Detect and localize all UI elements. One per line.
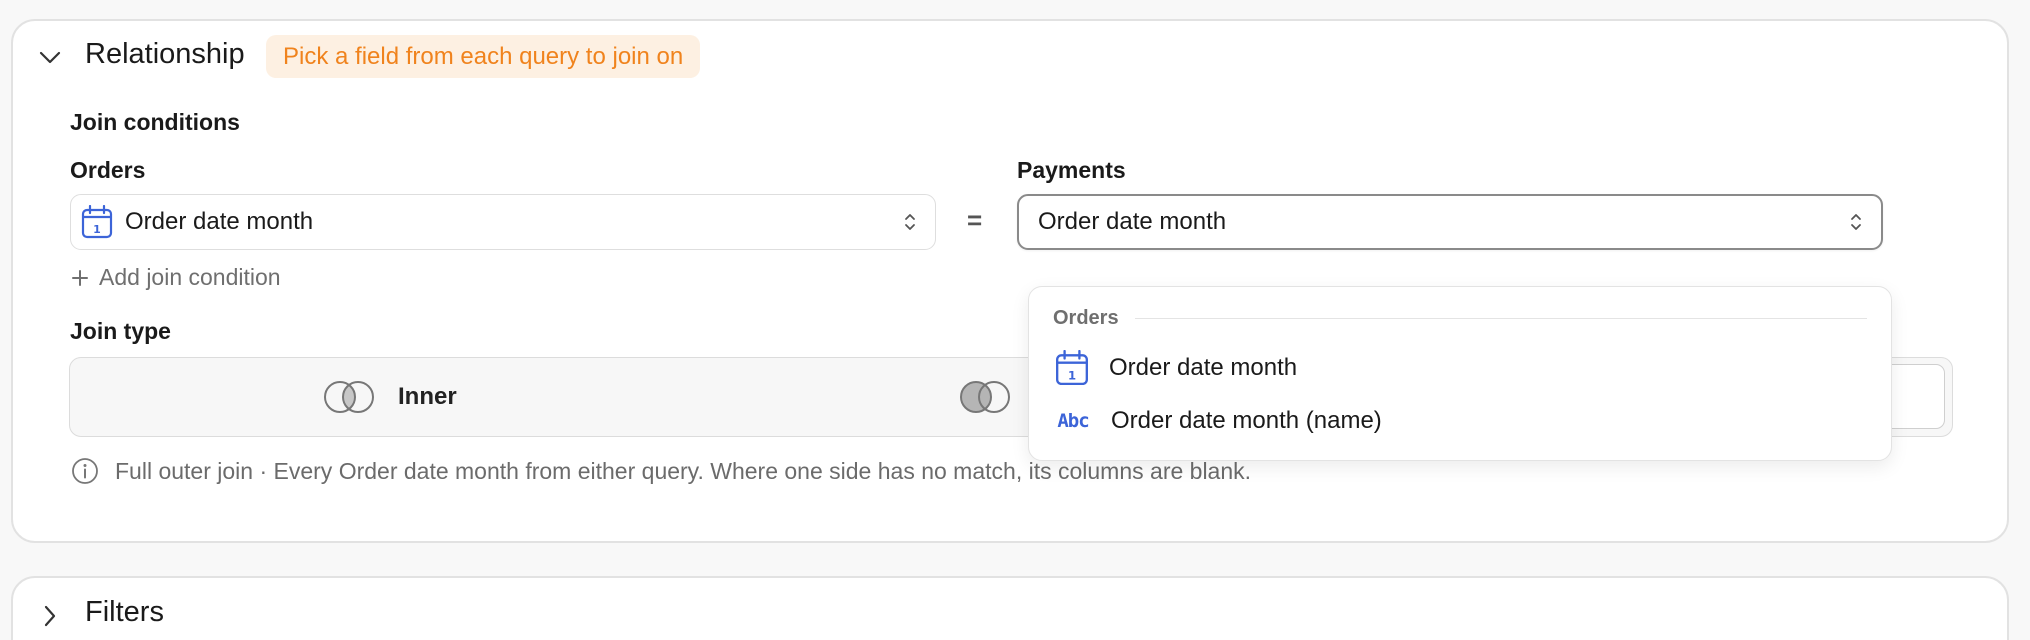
venn-left-icon xyxy=(960,380,1010,413)
collapse-relationship-button[interactable] xyxy=(35,43,65,73)
svg-text:1: 1 xyxy=(93,223,101,236)
calendar-icon: 1 xyxy=(81,205,113,239)
info-icon xyxy=(72,458,98,484)
add-join-condition-button[interactable]: Add join condition xyxy=(71,264,281,291)
dropdown-option-label: Order date month (name) xyxy=(1111,407,1382,434)
field-dropdown-menu: Orders 1 Order date month Abc Order date… xyxy=(1028,286,1892,461)
right-field-select[interactable]: Order date month xyxy=(1017,194,1883,250)
dropdown-option-order-date-month[interactable]: 1 Order date month xyxy=(1055,350,1297,386)
plus-icon xyxy=(72,269,88,286)
join-info: Full outer join · Every Order date month… xyxy=(71,457,1251,485)
calendar-icon: 1 xyxy=(1056,350,1088,386)
updown-chevron-icon xyxy=(905,214,915,230)
filters-title: Filters xyxy=(85,596,164,628)
expand-filters-button[interactable] xyxy=(35,601,65,631)
svg-text:1: 1 xyxy=(1068,369,1076,383)
venn-inner-icon xyxy=(324,380,374,413)
chevron-right-icon xyxy=(44,605,56,627)
dropdown-group-label: Orders xyxy=(1053,307,1119,329)
join-info-text: Full outer join · Every Order date month… xyxy=(115,457,1252,484)
filters-panel: Filters xyxy=(11,576,2009,640)
equals-operator: = xyxy=(967,205,983,235)
chevron-down-icon xyxy=(39,51,61,64)
join-type-label: Join type xyxy=(70,318,171,344)
updown-chevron-icon xyxy=(1851,214,1861,230)
left-field-select[interactable]: 1 Order date month xyxy=(70,194,936,250)
dropdown-group-divider xyxy=(1134,317,1867,320)
join-type-inner[interactable]: Inner xyxy=(322,358,457,435)
left-field-value: Order date month xyxy=(125,208,314,235)
add-join-condition-label: Add join condition xyxy=(99,264,281,290)
right-field-value: Order date month xyxy=(1038,208,1227,235)
dropdown-group-header: Orders xyxy=(1053,307,1867,330)
hint-badge: Pick a field from each query to join on xyxy=(266,35,701,78)
left-query-label: Orders xyxy=(70,157,146,183)
join-conditions-label: Join conditions xyxy=(70,109,240,135)
dropdown-option-label: Order date month xyxy=(1109,354,1298,381)
abc-text-icon: Abc xyxy=(1057,410,1089,432)
join-type-left[interactable] xyxy=(958,358,1034,435)
relationship-panel: Relationship Pick a field from each quer… xyxy=(11,19,2009,543)
relationship-title: Relationship xyxy=(85,38,245,70)
join-type-inner-label: Inner xyxy=(398,382,457,410)
dropdown-option-order-date-month-name[interactable]: Abc Order date month (name) xyxy=(1055,407,1382,435)
right-query-label: Payments xyxy=(1017,157,1126,183)
